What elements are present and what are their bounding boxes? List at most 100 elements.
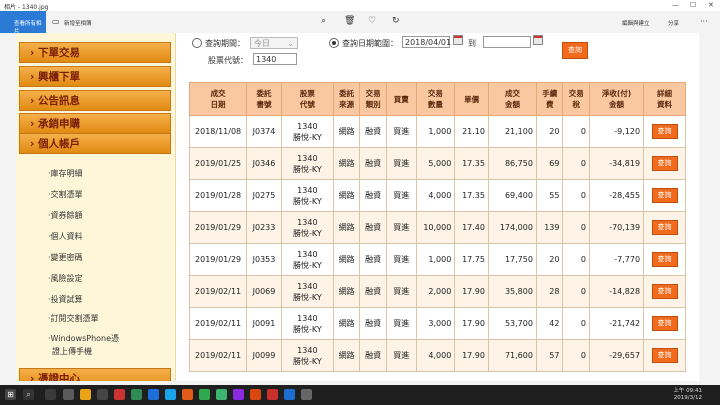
stock-code-input[interactable]: 1340 (253, 53, 297, 65)
detail-query-button[interactable]: 查詢 (651, 220, 678, 235)
maximize-button[interactable]: ☐ (690, 1, 696, 9)
app-icon-12[interactable] (250, 389, 261, 400)
cell-net: -70,139 (588, 211, 645, 244)
nav-announcements[interactable]: › 公告訊息 (19, 90, 171, 111)
detail-query-button[interactable]: 查詢 (651, 124, 678, 139)
period-value: 今日 (254, 39, 270, 48)
detail-query-button[interactable]: 查詢 (651, 188, 678, 203)
app-icon-8[interactable] (182, 389, 193, 400)
date-from-input[interactable]: 2018/04/01 (402, 36, 451, 48)
app-icon-4[interactable] (114, 389, 125, 400)
cell-order-source: 網路 (332, 179, 361, 212)
sidebar-item-investment-calc[interactable]: ·投資試算 (48, 294, 83, 305)
nav-certificate-center[interactable]: › 憑證中心 (19, 368, 171, 381)
cell-trade-date: 2019/01/29 (188, 211, 248, 244)
cell-tax: 0 (562, 147, 590, 180)
window-title-bar: 相片 - 1340.jpg — ☐ ✕ (0, 0, 720, 11)
sidebar-item-windowsphone-cont[interactable]: 證上傳手機 (52, 346, 92, 357)
stock-name: 勝悅-KY (292, 228, 322, 238)
app-icon-9[interactable] (199, 389, 210, 400)
favorite-heart-icon[interactable]: ♡ (368, 16, 376, 26)
stock-code: 1340 (297, 121, 318, 131)
rotate-icon[interactable]: ↻ (392, 16, 400, 26)
app-icon-15[interactable] (301, 389, 312, 400)
to-label: 到 (468, 39, 476, 48)
cell-quantity: 4,000 (415, 179, 456, 212)
cell-tax: 0 (562, 179, 590, 212)
date-to-input[interactable] (483, 36, 531, 48)
detail-query-button[interactable]: 查詢 (651, 156, 678, 171)
add-to-album-icon[interactable]: ▭ (52, 17, 60, 26)
close-button[interactable]: ✕ (708, 1, 714, 9)
app-icon-5[interactable] (131, 389, 142, 400)
cell-tax: 0 (562, 115, 590, 148)
table-row: 2019/01/28 J0275 1340 勝悅-KY 網路 融資 買進 4,000 17.35… (188, 179, 686, 212)
sidebar-item-settlement[interactable]: ·交割憑單 (48, 189, 83, 200)
cell-quantity: 5,000 (415, 147, 456, 180)
nav-place-order[interactable]: › 下單交易 (19, 42, 171, 63)
edit-create-button[interactable]: 編輯與建立 (622, 19, 650, 27)
stock-code: 1340 (297, 313, 318, 323)
cell-price: 17.35 (454, 147, 489, 180)
calendar-icon[interactable] (453, 35, 463, 45)
sidebar-item-windowsphone[interactable]: ·WindowsPhone憑 (48, 333, 119, 344)
nav-emerging-order[interactable]: › 興櫃下單 (19, 66, 171, 87)
more-options-button[interactable]: ··· (700, 17, 708, 26)
cell-buy-sell: 買進 (385, 307, 417, 340)
cell-net: -21,742 (588, 307, 645, 340)
app-icon-3[interactable] (97, 389, 108, 400)
detail-query-button[interactable]: 查詢 (651, 252, 678, 267)
share-button[interactable]: 分享 (668, 19, 679, 27)
add-to-album-button[interactable]: 新增至相簿 (64, 19, 92, 27)
header-order-source: 委託 來源 (332, 82, 361, 116)
cell-stock: 1340 勝悅-KY (280, 307, 334, 340)
nav-underwriting[interactable]: › 承銷申購 (19, 113, 171, 134)
sidebar-item-margin-balance[interactable]: ·資券餘額 (48, 210, 83, 221)
date-range-radio[interactable] (329, 38, 339, 48)
app-icon-1[interactable] (63, 389, 74, 400)
sidebar-item-profile[interactable]: ·個人資料 (48, 231, 83, 242)
detail-query-button[interactable]: 查詢 (651, 284, 678, 299)
cell-order-no: J0091 (246, 307, 282, 340)
zoom-icon[interactable]: ⌕ (321, 16, 326, 26)
period-select[interactable]: 今日 ⌄ (250, 37, 298, 49)
table-row: 2019/01/25 J0346 1340 勝悅-KY 網路 融資 買進 5,000 17.35… (188, 147, 686, 180)
sidebar-item-risk-settings[interactable]: ·風險設定 (48, 273, 83, 284)
table-row: 2019/02/11 J0099 1340 勝悅-KY 網路 融資 買進 4,000 17.90… (188, 339, 686, 372)
minimize-button[interactable]: — (672, 1, 679, 9)
app-icon-10[interactable] (216, 389, 227, 400)
app-icon-2[interactable] (80, 389, 91, 400)
detail-query-button[interactable]: 查詢 (651, 316, 678, 331)
start-windows-icon[interactable]: ⊞ (5, 389, 16, 400)
cell-price: 17.35 (454, 179, 489, 212)
sidebar-item-inventory[interactable]: ·庫存明細 (48, 168, 83, 179)
header-order-no: 委託 書號 (246, 82, 282, 116)
taskbar-clock[interactable]: 上午 09:41 2019/3/12 (673, 388, 702, 402)
cell-net: -14,828 (588, 275, 645, 308)
detail-query-button[interactable]: 查詢 (651, 348, 678, 363)
sidebar-item-change-password[interactable]: ·變更密碼 (48, 252, 83, 263)
query-button[interactable]: 查詢 (562, 42, 588, 59)
header-detail: 詳細 資料 (643, 82, 686, 116)
edge-icon[interactable] (148, 389, 159, 400)
cell-order-source: 網路 (332, 243, 361, 276)
cell-order-no: J0353 (246, 243, 282, 276)
delete-icon[interactable]: 🗑 (344, 16, 355, 26)
cell-trade-type: 融資 (359, 115, 387, 148)
header-price: 單價 (454, 82, 489, 116)
see-all-photos-button[interactable]: 查看所有相片 (0, 11, 46, 35)
app-icon-7[interactable] (165, 389, 176, 400)
sidebar-item-subscribe-settlement[interactable]: ·訂閱交割憑單 (48, 313, 99, 324)
header-stock-code: 股票 代號 (280, 82, 334, 116)
nav-personal-account[interactable]: › 個人帳戶 (19, 133, 171, 154)
app-icon-13[interactable] (267, 389, 278, 400)
search-icon[interactable]: ⌕ (23, 389, 34, 400)
cell-order-no: J0346 (246, 147, 282, 180)
period-radio[interactable] (192, 38, 202, 48)
app-icon-14[interactable] (284, 389, 295, 400)
cell-stock: 1340 勝悅-KY (280, 243, 334, 276)
app-icon-11[interactable] (233, 389, 244, 400)
calendar-icon[interactable] (533, 35, 543, 45)
task-view-icon[interactable] (45, 389, 56, 400)
cell-order-no: J0233 (246, 211, 282, 244)
